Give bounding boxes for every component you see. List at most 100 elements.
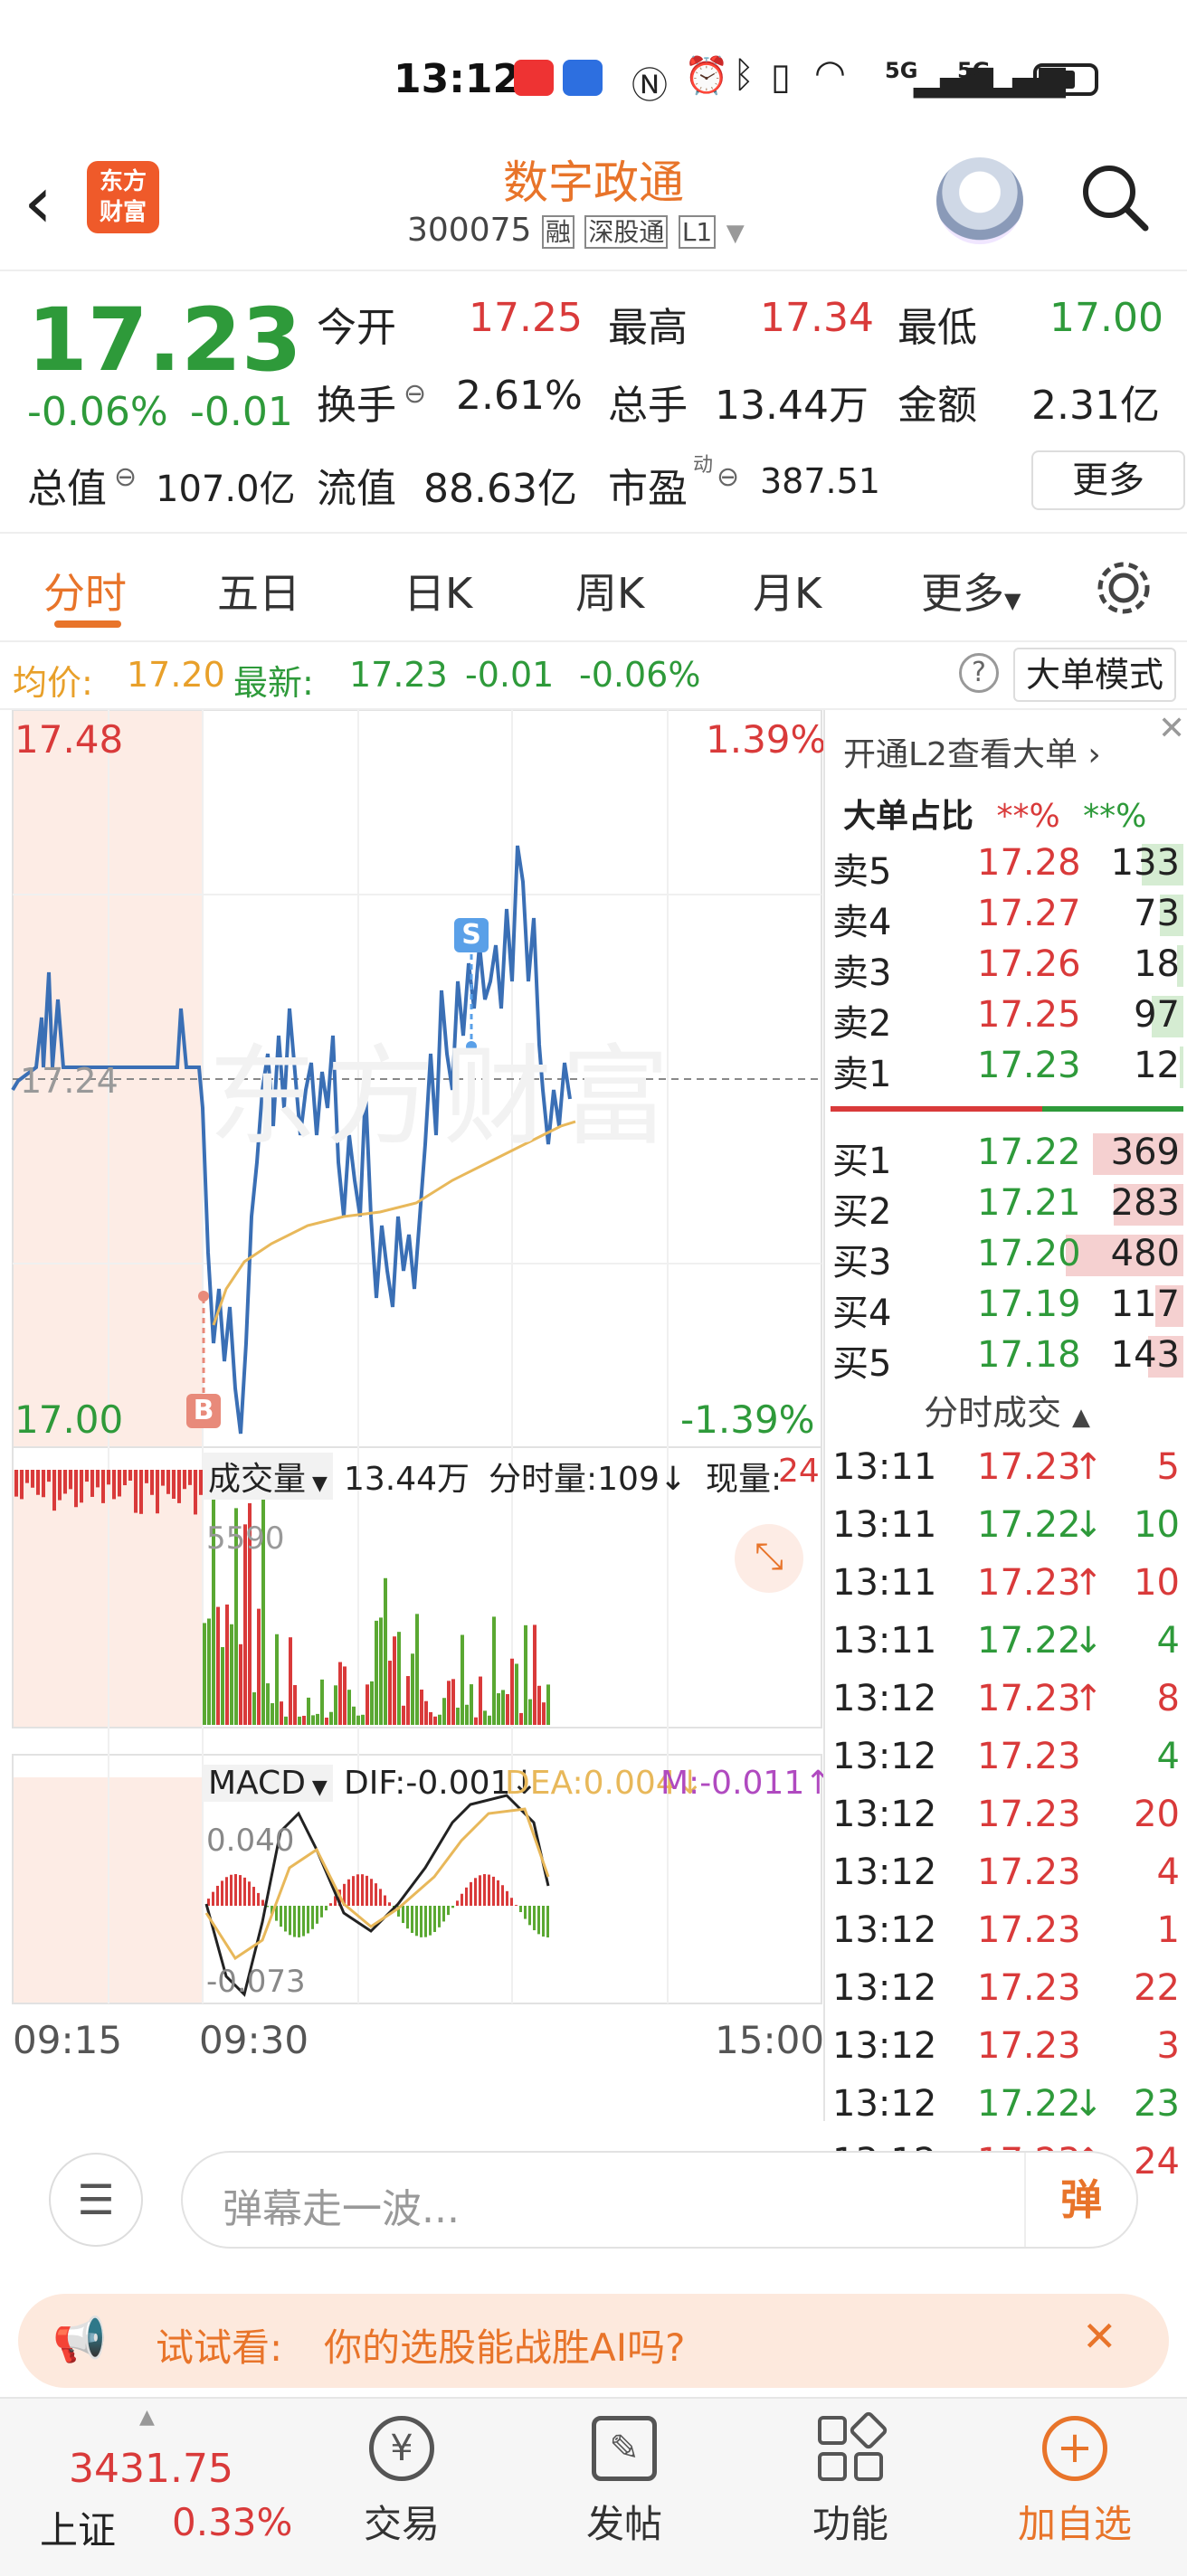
volume-indicator-select[interactable]: 成交量 ▼ [203, 1453, 333, 1500]
sell-level-label: 卖2 [832, 1003, 892, 1045]
volume-value: 13.44万 [715, 383, 869, 429]
more-button[interactable]: 更多 [1031, 450, 1185, 510]
sell-level-row[interactable]: 卖5 17.28 133 [825, 838, 1187, 893]
macd-label: MACD [208, 1765, 306, 1802]
robot-assistant-icon[interactable] [936, 157, 1023, 244]
volume-bar [252, 1691, 256, 1725]
big-order-mode-button[interactable]: 大单模式 [1013, 648, 1176, 702]
macd-histogram-bar [501, 1885, 504, 1906]
buy-marker[interactable]: B [186, 1394, 221, 1428]
nav-post[interactable]: ✎ 发帖 [552, 2401, 697, 2549]
help-icon[interactable]: ? [959, 653, 999, 693]
sell-marker[interactable]: S [454, 918, 489, 952]
sell-level-volume: 133 [1110, 842, 1180, 884]
sell-level-row[interactable]: 卖3 17.26 18 [825, 940, 1187, 994]
buy-level-row[interactable]: 买4 17.19 117 [825, 1280, 1187, 1334]
alarm-icon: ⏰ [684, 55, 729, 97]
close-l2-icon[interactable]: ✕ [1158, 710, 1185, 747]
promo-banner[interactable]: 📢 试试看: 你的选股能战胜AI吗? ✕ [18, 2294, 1169, 2388]
trade-volume: 8 [1156, 1678, 1180, 1719]
battery-icon [1033, 63, 1098, 96]
buy-level-price: 17.19 [977, 1283, 1081, 1325]
volume-bar [293, 1685, 297, 1725]
info-icon[interactable]: ⊖ [717, 461, 739, 493]
volume-bar [302, 1715, 306, 1725]
settings-gear-icon[interactable] [1091, 555, 1156, 620]
volume-bar [230, 1624, 233, 1725]
premarket-volume-bar [47, 1470, 51, 1482]
buy-level-price: 17.21 [977, 1182, 1081, 1224]
trade-price: 17.23 [977, 1736, 1081, 1777]
trade-row: 13:12 17.22 ↓ 23 [825, 2079, 1187, 2132]
macd-histogram-bar [406, 1906, 409, 1929]
tab-more[interactable]: 更多▼ [921, 561, 1021, 620]
trade-time: 13:12 [832, 1736, 937, 1777]
high-value: 17.34 [760, 295, 874, 341]
intraday-chart[interactable]: 东方财富 17.48 17.00 1.39% -1.39% 17.24 S B … [0, 709, 831, 2121]
tab-daily-k[interactable]: 日K [404, 561, 472, 620]
danmu-input[interactable]: 弹幕走一波... 弹 [181, 2151, 1138, 2249]
macd-histogram-bar [546, 1906, 549, 1937]
trade-price: 17.23 [977, 1909, 1081, 1951]
amount-label: 金额 [897, 383, 977, 429]
macd-histogram-bar [384, 1895, 386, 1906]
trade-row: 13:12 17.23 3 [825, 2022, 1187, 2074]
macd-histogram-bar [497, 1880, 499, 1906]
nfc-icon: Ⓝ [631, 65, 668, 107]
macd-histogram-bar [284, 1906, 287, 1932]
tab-monthly-k[interactable]: 月K [753, 561, 821, 620]
buy-level-row[interactable]: 买2 17.21 283 [825, 1179, 1187, 1233]
trade-price: 17.23 [977, 1794, 1081, 1835]
tab-intraday[interactable]: 分时 [43, 561, 127, 620]
macd-histogram-bar [329, 1903, 332, 1906]
latest-change: -0.01 [465, 655, 555, 695]
buy-level-row[interactable]: 买3 17.20 480 [825, 1229, 1187, 1283]
trades-label: 分时成交 [923, 1393, 1061, 1433]
macd-histogram-bar [234, 1874, 237, 1906]
macd-histogram-bar [243, 1877, 246, 1906]
search-icon[interactable] [1078, 161, 1151, 233]
l2-upgrade-link[interactable]: 开通L2查看大单 › [843, 728, 1101, 775]
buy-level-row[interactable]: 买5 17.18 143 [825, 1331, 1187, 1385]
macd-indicator-select[interactable]: MACD ▼ [203, 1765, 333, 1802]
volume-bar [298, 1716, 301, 1725]
volume-bar [497, 1693, 500, 1725]
y-bottom-label: 17.00 [14, 1397, 124, 1442]
premarket-volume-bar [36, 1470, 40, 1495]
pct-top-label: 1.39% [706, 717, 827, 762]
tab-5day[interactable]: 五日 [217, 561, 300, 620]
macd-histogram-bar [375, 1883, 377, 1906]
info-icon[interactable]: ⊖ [404, 378, 426, 410]
order-book-panel: 开通L2查看大单 › ✕ 大单占比 **% **% 卖5 17.28 133 卖4 17… [823, 710, 1187, 2183]
volume-bar [510, 1658, 514, 1725]
sell-level-row[interactable]: 卖2 17.25 97 [825, 990, 1187, 1045]
sell-level-price: 17.28 [977, 842, 1081, 884]
danmu-placeholder: 弹幕走一波... [223, 2186, 460, 2232]
sell-level-row[interactable]: 卖1 17.23 12 [825, 1041, 1187, 1095]
comment-settings-icon[interactable]: ☰ [49, 2153, 143, 2247]
nav-add-label: 加自选 [1017, 2502, 1132, 2546]
sell-level-row[interactable]: 卖4 17.27 73 [825, 889, 1187, 943]
volume-bar [488, 1715, 491, 1725]
open-label: 今开 [317, 305, 396, 351]
stock-code-row[interactable]: 300075 融 深股通 L1 ▼ [407, 212, 745, 249]
nav-add-watchlist[interactable]: + 加自选 [1002, 2401, 1147, 2549]
expand-icon[interactable]: ⤡ [735, 1524, 803, 1593]
trade-time: 13:11 [832, 1620, 937, 1662]
nav-trade[interactable]: ¥ 交易 [329, 2401, 474, 2549]
volume-bar [393, 1636, 396, 1725]
nav-function[interactable]: 功能 [778, 2401, 923, 2549]
danmu-send-button[interactable]: 弹 [1024, 2153, 1136, 2247]
volume-bar [325, 1717, 328, 1725]
promo-close-icon[interactable]: ✕ [1082, 2312, 1117, 2361]
volume-bar [352, 1706, 356, 1725]
volume-bar [470, 1684, 473, 1725]
tab-weekly-k[interactable]: 周K [575, 561, 644, 620]
buy-level-row[interactable]: 买1 17.22 369 [825, 1128, 1187, 1182]
info-icon[interactable]: ⊖ [114, 461, 137, 493]
turnover-value: 2.61% [456, 373, 583, 419]
index-ticker[interactable]: ▲ 3431.75 上证 0.33% [27, 2406, 308, 2560]
trades-header[interactable]: 分时成交 ▲ [825, 1385, 1187, 1435]
macd-histogram-bar [510, 1898, 513, 1906]
macd-histogram-bar [379, 1889, 382, 1906]
